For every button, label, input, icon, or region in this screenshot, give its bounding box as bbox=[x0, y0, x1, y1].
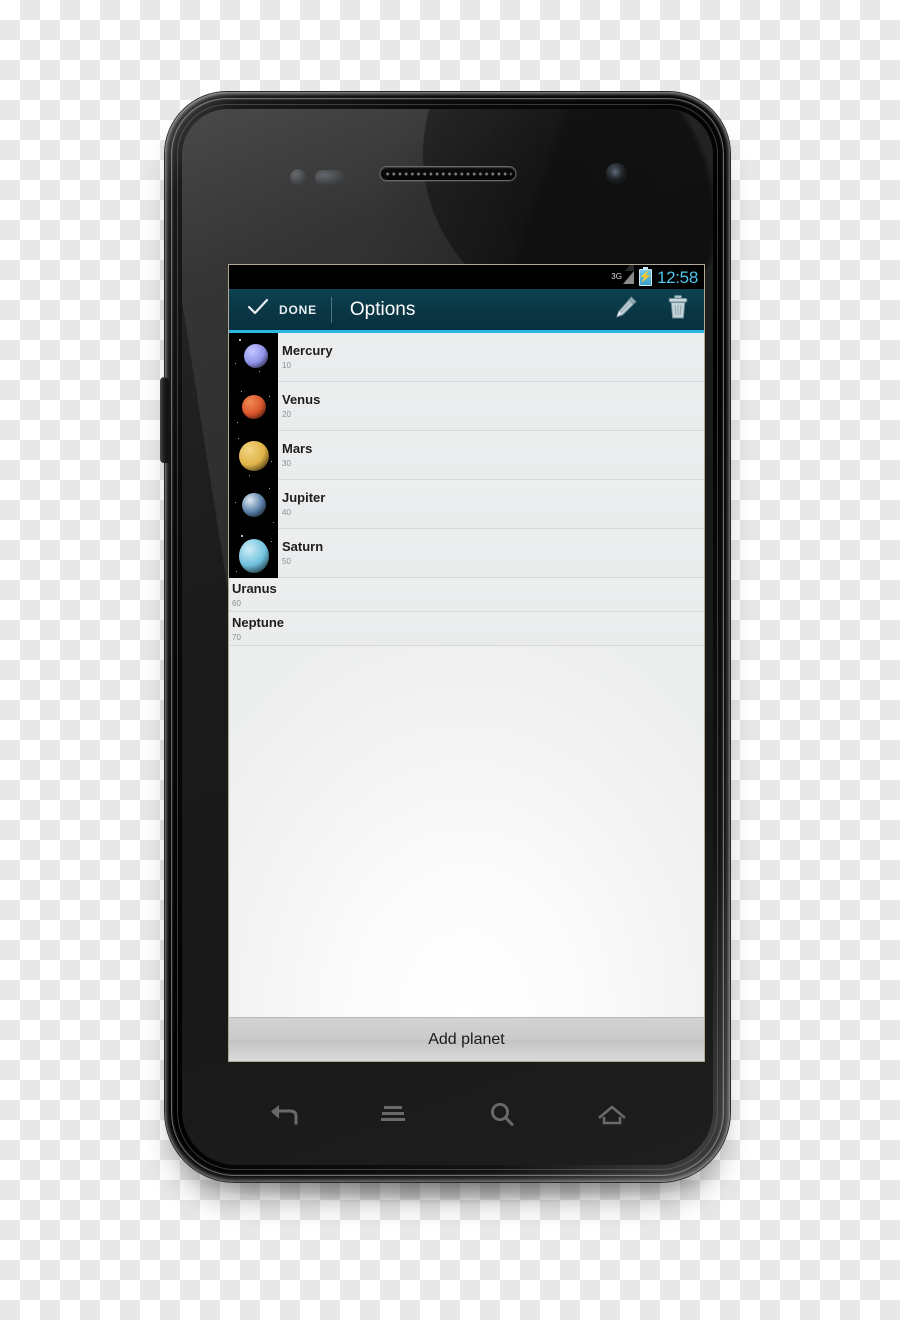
list-item-title: Venus bbox=[282, 392, 321, 407]
star-speck bbox=[235, 502, 237, 504]
pencil-icon bbox=[613, 294, 639, 325]
menu-button[interactable] bbox=[362, 1086, 424, 1148]
list-item-text: Jupiter 40 bbox=[278, 480, 704, 528]
star-speck bbox=[241, 391, 243, 393]
proximity-sensor bbox=[290, 169, 306, 185]
star-speck bbox=[238, 438, 240, 440]
list-item-subtitle: 50 bbox=[282, 557, 291, 566]
status-bar: 3G ⚡ 12:58 bbox=[229, 265, 704, 289]
sensor-cluster bbox=[290, 169, 345, 185]
home-icon bbox=[595, 1102, 629, 1133]
planet-thumb-saturn bbox=[229, 529, 278, 578]
list-item-text: Venus 20 bbox=[278, 382, 704, 430]
signal-strength-icon: 3G bbox=[611, 265, 634, 284]
star-speck bbox=[239, 339, 241, 341]
action-bar: DONE Options bbox=[229, 289, 704, 333]
network-type-label: 3G bbox=[611, 271, 622, 281]
search-icon bbox=[487, 1100, 517, 1135]
planet-sphere bbox=[238, 440, 269, 471]
list-item[interactable]: Saturn 50 bbox=[229, 529, 704, 578]
earpiece-speaker bbox=[379, 166, 516, 181]
list-item-title: Jupiter bbox=[282, 490, 326, 505]
front-camera bbox=[606, 163, 627, 184]
phone-glass-face: 3G ⚡ 12:58 DONE Options Mercury 10 Venus… bbox=[182, 109, 713, 1165]
star-speck bbox=[273, 522, 275, 524]
back-button[interactable] bbox=[252, 1086, 314, 1148]
light-sensor bbox=[315, 169, 345, 185]
star-speck bbox=[271, 541, 273, 543]
status-clock: 12:58 bbox=[656, 267, 698, 287]
list-item-text: Mercury 10 bbox=[278, 333, 704, 381]
earpiece-mesh bbox=[384, 170, 511, 177]
star-speck bbox=[241, 535, 243, 537]
list-item[interactable]: Neptune 70 bbox=[229, 612, 704, 646]
done-button[interactable]: DONE bbox=[229, 289, 331, 330]
search-button[interactable] bbox=[471, 1086, 533, 1148]
list-item-subtitle: 30 bbox=[282, 459, 291, 468]
star-speck bbox=[259, 371, 261, 373]
star-speck bbox=[269, 488, 271, 490]
list-item-subtitle: 40 bbox=[282, 508, 291, 517]
planet-list[interactable]: Mercury 10 Venus 20 Mars 30 Jupiter 40 Saturn 50 U… bbox=[229, 333, 704, 1017]
planet-sphere bbox=[243, 343, 268, 368]
planet-thumb-mercury bbox=[229, 333, 278, 382]
done-button-label: DONE bbox=[279, 302, 317, 317]
signal-triangle-icon bbox=[622, 265, 634, 284]
list-item-title: Mars bbox=[282, 441, 313, 456]
delete-button[interactable] bbox=[652, 289, 704, 330]
list-item-title: Saturn bbox=[282, 539, 324, 554]
list-item-text: Saturn 50 bbox=[278, 529, 704, 577]
star-speck bbox=[236, 571, 238, 573]
phone-device: 3G ⚡ 12:58 DONE Options Mercury 10 Venus… bbox=[160, 92, 730, 1182]
volume-rocker[interactable] bbox=[160, 377, 169, 463]
list-item-subtitle: 10 bbox=[282, 361, 291, 370]
star-speck bbox=[271, 461, 273, 463]
list-item[interactable]: Venus 20 bbox=[229, 382, 704, 431]
check-icon bbox=[247, 298, 269, 321]
star-speck bbox=[235, 363, 237, 365]
star-speck bbox=[237, 422, 239, 424]
edit-button[interactable] bbox=[600, 289, 652, 330]
page-title: Options bbox=[349, 298, 416, 320]
list-item[interactable]: Uranus 60 bbox=[229, 578, 704, 612]
star-speck bbox=[269, 396, 271, 398]
list-item-text: Neptune 70 bbox=[229, 612, 704, 645]
list-item[interactable]: Mercury 10 bbox=[229, 333, 704, 382]
list-item-title: Neptune bbox=[232, 614, 284, 630]
planet-thumb-venus bbox=[229, 382, 278, 431]
menu-icon bbox=[376, 1102, 410, 1133]
trash-icon bbox=[666, 294, 690, 325]
phone-screen: 3G ⚡ 12:58 DONE Options Mercury 10 Venus… bbox=[228, 264, 705, 1062]
list-item-subtitle: 20 bbox=[282, 410, 291, 419]
list-item-title: Uranus bbox=[232, 580, 277, 596]
planet-sphere bbox=[238, 538, 269, 573]
list-item-subtitle: 70 bbox=[232, 632, 241, 642]
add-planet-button[interactable]: Add planet bbox=[229, 1017, 704, 1061]
back-icon bbox=[266, 1102, 300, 1133]
battery-bolt-glyph: ⚡ bbox=[638, 270, 653, 283]
list-item[interactable]: Mars 30 bbox=[229, 431, 704, 480]
planet-thumb-mars bbox=[229, 431, 278, 480]
star-speck bbox=[249, 475, 251, 477]
list-item-text: Uranus 60 bbox=[229, 578, 704, 611]
list-item-text: Mars 30 bbox=[278, 431, 704, 479]
battery-charging-icon: ⚡ bbox=[638, 266, 653, 286]
planet-thumb-jupiter bbox=[229, 480, 278, 529]
planet-sphere bbox=[241, 492, 266, 517]
hardware-nav-bar bbox=[228, 1071, 667, 1163]
list-item[interactable]: Jupiter 40 bbox=[229, 480, 704, 529]
list-item-subtitle: 60 bbox=[232, 598, 241, 608]
home-button[interactable] bbox=[581, 1086, 643, 1148]
planet-sphere bbox=[241, 394, 266, 419]
list-item-title: Mercury bbox=[282, 343, 333, 358]
